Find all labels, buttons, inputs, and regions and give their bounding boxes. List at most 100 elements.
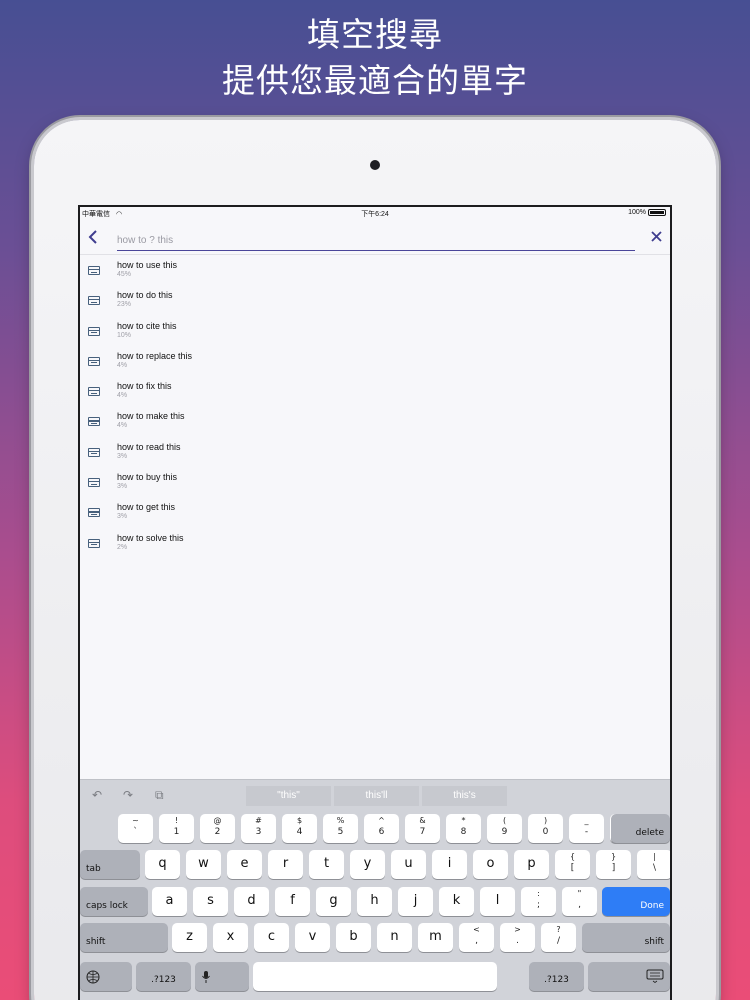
globe-icon bbox=[86, 970, 100, 984]
key-bracket-0[interactable]: {[ bbox=[555, 850, 590, 879]
key-0[interactable]: ) 0 bbox=[528, 814, 563, 843]
result-item[interactable]: how to buy this 3% bbox=[80, 467, 670, 497]
battery-percent: 100% bbox=[628, 209, 646, 216]
caps-lock-key[interactable]: caps lock bbox=[80, 887, 148, 916]
numbers-key-right[interactable]: .?123 bbox=[529, 962, 584, 991]
key-q[interactable]: q bbox=[145, 850, 180, 879]
key-punct-0[interactable]: :; bbox=[521, 887, 556, 916]
clear-button[interactable] bbox=[648, 229, 664, 245]
key-2[interactable]: @2 bbox=[200, 814, 235, 843]
key-bracket-1[interactable]: }] bbox=[596, 850, 631, 879]
key-4[interactable]: $4 bbox=[282, 814, 317, 843]
key-sym11[interactable]: _ - bbox=[569, 814, 604, 843]
key-letter: m bbox=[429, 929, 442, 944]
suggestion-1[interactable]: "this" bbox=[246, 786, 331, 806]
key-sym4-0[interactable]: <, bbox=[459, 923, 494, 952]
app-view: 中華電信 ◠ 下午6:24 100% how to use this45% ho… bbox=[80, 207, 670, 1000]
key-glyph: 4 bbox=[296, 827, 303, 837]
key-l[interactable]: l bbox=[480, 887, 515, 916]
space-bar[interactable] bbox=[253, 962, 497, 991]
key-letter: g bbox=[329, 893, 338, 908]
key-n[interactable]: n bbox=[377, 923, 412, 952]
caps-lock-label: caps lock bbox=[86, 901, 128, 911]
suggestion-3[interactable]: this's bbox=[422, 786, 507, 806]
key-h[interactable]: h bbox=[357, 887, 392, 916]
result-item[interactable]: how to fix this 4% bbox=[80, 376, 670, 406]
key-punct-1[interactable]: ", bbox=[562, 887, 597, 916]
key-sym0[interactable]: ~ ` bbox=[118, 814, 153, 843]
tab-key[interactable]: tab bbox=[80, 850, 140, 879]
suggestion-2[interactable]: this'll bbox=[334, 786, 419, 806]
key-c[interactable]: c bbox=[254, 923, 289, 952]
redo-icon[interactable]: ↷ bbox=[123, 788, 133, 802]
key-9[interactable]: (9 bbox=[487, 814, 522, 843]
paste-icon[interactable]: ⧉ bbox=[155, 788, 164, 803]
key-e[interactable]: e bbox=[227, 850, 262, 879]
done-key[interactable]: Done bbox=[602, 887, 670, 916]
key-m[interactable]: m bbox=[418, 923, 453, 952]
key-bracket-2[interactable]: | \ bbox=[637, 850, 670, 879]
result-item[interactable]: how to make this 4% bbox=[80, 406, 670, 436]
dictionary-icon bbox=[88, 538, 100, 548]
key-5[interactable]: % 5 bbox=[323, 814, 358, 843]
key-x[interactable]: x bbox=[213, 923, 248, 952]
search-input[interactable] bbox=[117, 231, 635, 251]
result-item[interactable]: how to solve this 2% bbox=[80, 528, 670, 558]
result-item[interactable]: how to read this 3% bbox=[80, 437, 670, 467]
tab-key-label: tab bbox=[86, 864, 101, 874]
key-o[interactable]: o bbox=[473, 850, 508, 879]
key-d[interactable]: d bbox=[234, 887, 269, 916]
keyboard-shortcut-bar: ↶ ↷ ⧉ "this" this'll this's bbox=[80, 780, 670, 810]
result-item[interactable]: how to use this 45% bbox=[80, 255, 670, 285]
result-item[interactable]: how to replace this 4% bbox=[80, 346, 670, 376]
key-p[interactable]: p bbox=[514, 850, 549, 879]
key-a[interactable]: a bbox=[152, 887, 187, 916]
delete-key[interactable]: delete bbox=[611, 814, 670, 843]
numbers-key-left[interactable]: .?123 bbox=[136, 962, 191, 991]
shift-left-key[interactable]: shift bbox=[80, 923, 168, 952]
result-term: how to cite this bbox=[117, 320, 177, 331]
key-i[interactable]: i bbox=[432, 850, 467, 879]
key-7[interactable]: & 7 bbox=[405, 814, 440, 843]
key-j[interactable]: j bbox=[398, 887, 433, 916]
key-y[interactable]: y bbox=[350, 850, 385, 879]
dictation-key[interactable] bbox=[195, 962, 249, 991]
result-percent: 3% bbox=[117, 483, 128, 491]
key-6[interactable]: ^ 6 bbox=[364, 814, 399, 843]
undo-icon[interactable]: ↶ bbox=[92, 788, 102, 802]
key-z[interactable]: z bbox=[172, 923, 207, 952]
shift-right-key[interactable]: shift bbox=[582, 923, 670, 952]
key-8[interactable]: * 8 bbox=[446, 814, 481, 843]
key-v[interactable]: v bbox=[295, 923, 330, 952]
key-u[interactable]: u bbox=[391, 850, 426, 879]
key-sym4-1[interactable]: >. bbox=[500, 923, 535, 952]
result-term: how to buy this bbox=[117, 472, 178, 483]
key-shift-glyph: ? bbox=[556, 925, 561, 934]
key-k[interactable]: k bbox=[439, 887, 474, 916]
globe-key[interactable] bbox=[80, 962, 132, 991]
key-f[interactable]: f bbox=[275, 887, 310, 916]
back-button[interactable] bbox=[86, 229, 104, 247]
key-letter: c bbox=[267, 929, 276, 944]
microphone-icon bbox=[202, 971, 210, 983]
result-term: how to do this bbox=[117, 290, 173, 301]
result-term: how to solve this bbox=[117, 532, 184, 543]
key-shift-glyph: $ bbox=[296, 816, 303, 825]
key-sym4-2[interactable]: ? / bbox=[541, 923, 576, 952]
result-item[interactable]: how to get this 3% bbox=[80, 497, 670, 527]
key-w[interactable]: w bbox=[186, 850, 221, 879]
key-b[interactable]: b bbox=[336, 923, 371, 952]
result-item[interactable]: how to cite this 10% bbox=[80, 316, 670, 346]
key-r[interactable]: r bbox=[268, 850, 303, 879]
dictionary-icon bbox=[88, 296, 100, 306]
key-letter: v bbox=[308, 929, 317, 944]
headline-line-2: 提供您最適合的單字 bbox=[222, 61, 528, 100]
key-s[interactable]: s bbox=[193, 887, 228, 916]
hide-keyboard-key[interactable] bbox=[588, 962, 670, 991]
result-item[interactable]: how to do this 23% bbox=[80, 285, 670, 315]
key-letter: i bbox=[447, 856, 452, 871]
key-1[interactable]: ! 1 bbox=[159, 814, 194, 843]
key-g[interactable]: g bbox=[316, 887, 351, 916]
key-t[interactable]: t bbox=[309, 850, 344, 879]
key-3[interactable]: #3 bbox=[241, 814, 276, 843]
